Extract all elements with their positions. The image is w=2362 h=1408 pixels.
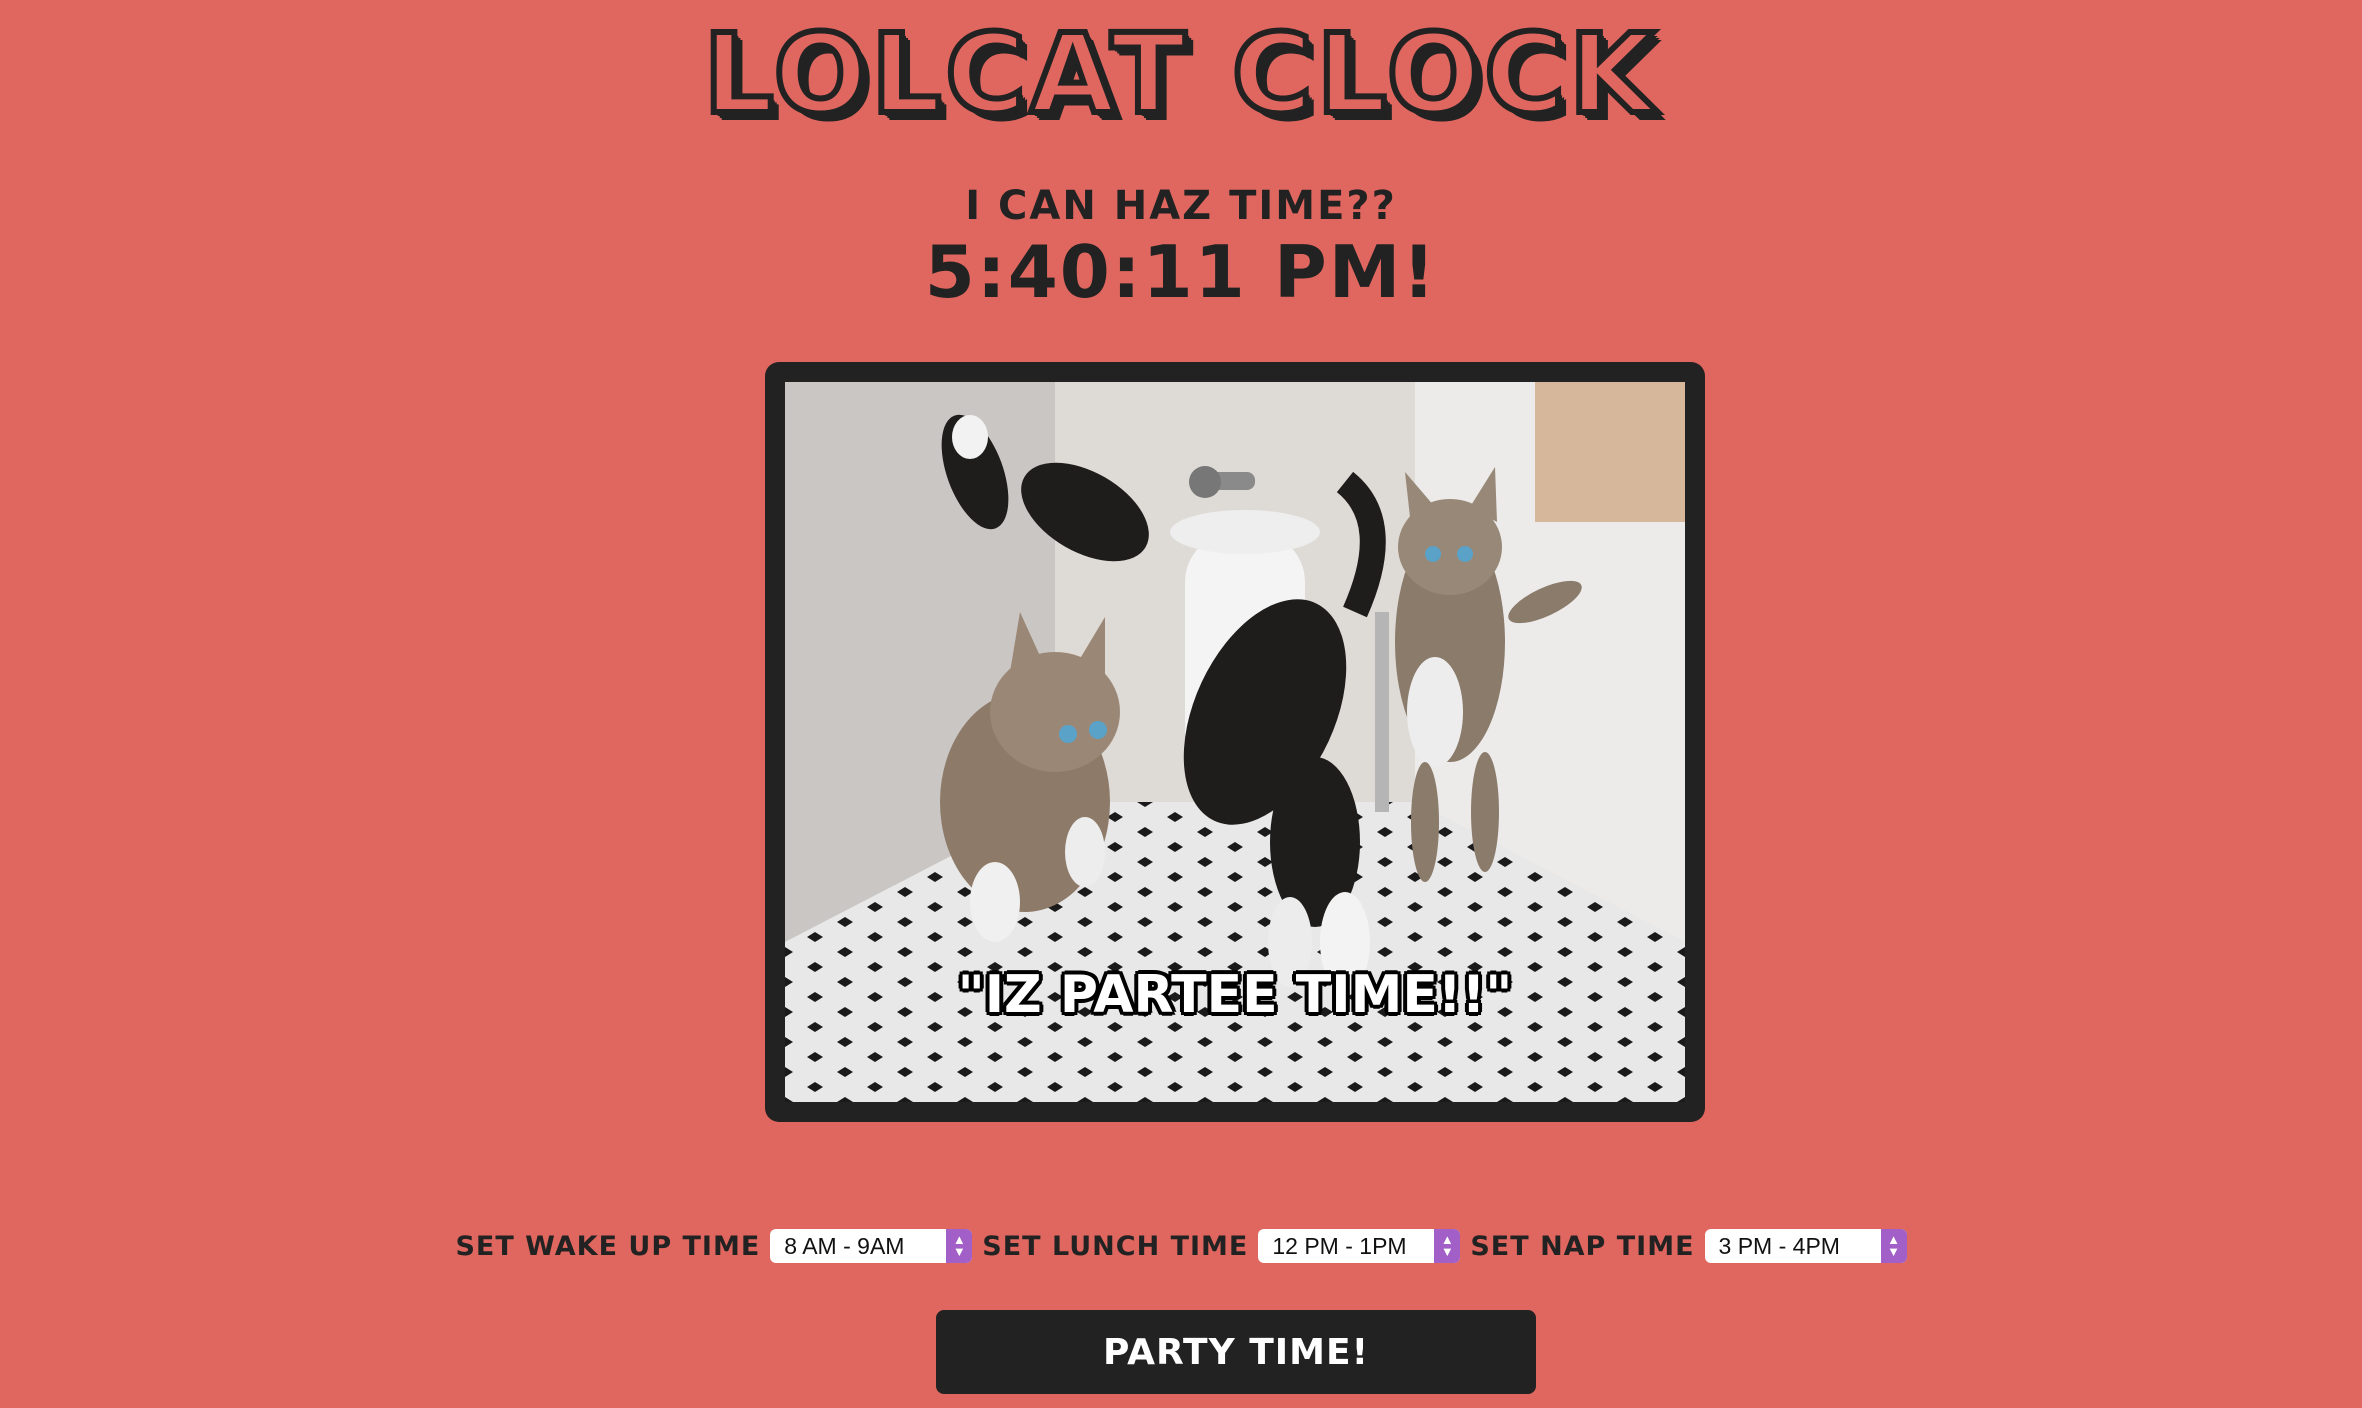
- wake-up-label: SET WAKE UP TIME: [455, 1230, 761, 1262]
- page-title: LOLCAT CLOCK: [701, 10, 1659, 138]
- lunch-label: SET LUNCH TIME: [982, 1230, 1249, 1262]
- nap-select-value: 3 PM - 4PM: [1718, 1232, 1840, 1259]
- party-time-button[interactable]: PARTY TIME!: [936, 1310, 1536, 1394]
- nap-label: SET NAP TIME: [1470, 1230, 1695, 1262]
- wake-up-select[interactable]: 8 AM - 9AM ▲ ▼: [770, 1229, 973, 1263]
- photo-caption: "IZ PARTEE TIME!!": [957, 965, 1513, 1025]
- clock-time-readout: 5:40:11 PM!: [924, 230, 1438, 314]
- chevron-up-down-icon: ▲ ▼: [1880, 1229, 1907, 1263]
- nap-control: SET NAP TIME 3 PM - 4PM ▲ ▼: [1470, 1229, 1907, 1263]
- chevron-up-down-icon: ▲ ▼: [1434, 1229, 1461, 1263]
- schedule-controls: SET WAKE UP TIME 8 AM - 9AM ▲ ▼ SET LUNCH…: [0, 1224, 2362, 1268]
- chevron-up-down-icon: ▲ ▼: [946, 1229, 973, 1263]
- wake-up-select-value: 8 AM - 9AM: [784, 1232, 905, 1259]
- nap-select[interactable]: 3 PM - 4PM ▲ ▼: [1704, 1229, 1907, 1263]
- lunch-select-value: 12 PM - 1PM: [1272, 1232, 1407, 1259]
- lunch-select[interactable]: 12 PM - 1PM ▲ ▼: [1258, 1229, 1461, 1263]
- cat-photo: "IZ PARTEE TIME!!": [785, 382, 1685, 1102]
- cat-photo-frame: "IZ PARTEE TIME!!": [765, 362, 1705, 1122]
- wake-up-control: SET WAKE UP TIME 8 AM - 9AM ▲ ▼: [455, 1229, 973, 1263]
- lunch-control: SET LUNCH TIME 12 PM - 1PM ▲ ▼: [982, 1229, 1461, 1263]
